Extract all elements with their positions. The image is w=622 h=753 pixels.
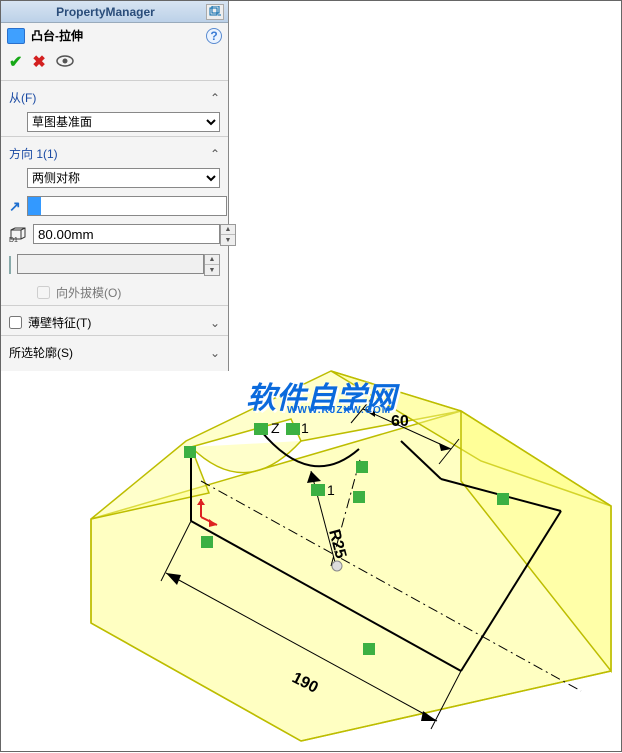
section-direction1: 方向 1(1) ⌃ 两侧对称 ↗ D1 ▲▼ xyxy=(1,136,228,305)
thin-feature-checkbox[interactable] xyxy=(9,316,22,329)
collapse-dir1-icon[interactable]: ⌃ xyxy=(210,147,220,161)
svg-text:D1: D1 xyxy=(9,237,18,243)
feature-header: 凸台-拉伸 ? xyxy=(1,23,228,48)
svg-text:1: 1 xyxy=(301,420,309,436)
section-from: 从(F) ⌃ 草图基准面 xyxy=(1,80,228,136)
pin-button[interactable] xyxy=(206,4,224,20)
preview-button[interactable] xyxy=(56,54,74,71)
section-from-label: 从(F) xyxy=(9,89,36,106)
dir1-end-condition-select[interactable]: 两侧对称 xyxy=(27,168,220,188)
panel-title: PropertyManager xyxy=(5,5,206,19)
collapse-contours-icon[interactable]: ⌄ xyxy=(210,346,220,360)
dir1-direction-input[interactable] xyxy=(41,196,227,216)
collapse-from-icon[interactable]: ⌃ xyxy=(210,91,220,105)
collapse-thin-icon[interactable]: ⌄ xyxy=(210,316,220,330)
cancel-button[interactable]: ✖ xyxy=(32,52,45,72)
feature-name: 凸台-拉伸 xyxy=(31,27,83,44)
section-thin-feature: 薄壁特征(T) ⌄ xyxy=(1,305,228,335)
selected-contours-label: 所选轮廓(S) xyxy=(9,344,73,361)
action-buttons: ✔ ✖ xyxy=(1,48,228,80)
reverse-direction-icon[interactable]: ↗ xyxy=(9,197,21,215)
section-dir1-label: 方向 1(1) xyxy=(9,145,58,162)
property-manager-panel: PropertyManager 凸台-拉伸 ? ✔ ✖ 从(F) ⌃ 草图基准面… xyxy=(1,1,229,371)
draft-icon[interactable] xyxy=(9,256,11,274)
depth-icon: D1 xyxy=(9,226,27,244)
draft-outward-label: 向外拔模(O) xyxy=(56,284,121,301)
svg-text:1: 1 xyxy=(327,482,335,498)
depth-spinner[interactable]: ▲▼ xyxy=(220,224,236,246)
dir1-depth-input[interactable] xyxy=(33,224,220,244)
draft-spinner: ▲▼ xyxy=(204,254,220,276)
help-icon[interactable]: ? xyxy=(206,28,222,44)
svg-text:Z: Z xyxy=(271,420,280,436)
section-selected-contours: 所选轮廓(S) ⌄ xyxy=(1,335,228,365)
boss-extrude-icon xyxy=(7,28,25,44)
thin-feature-label: 薄壁特征(T) xyxy=(28,314,91,331)
ok-button[interactable]: ✔ xyxy=(9,52,22,72)
draft-outward-checkbox xyxy=(37,286,50,299)
property-manager-header: PropertyManager xyxy=(1,1,228,23)
watermark-url: WWW.RJZXW.COM xyxy=(287,405,391,416)
dir1-draft-input xyxy=(17,254,204,274)
from-start-condition-select[interactable]: 草图基准面 xyxy=(27,112,220,132)
